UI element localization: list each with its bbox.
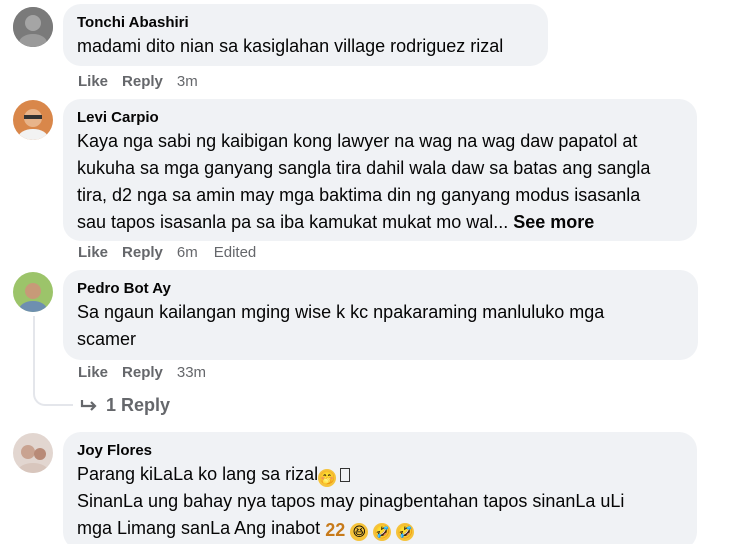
comment-author[interactable]: Levi Carpio [77,108,683,128]
avatar[interactable] [13,100,53,140]
comment-actions: Like Reply 6m Edited [78,244,272,261]
avatar-image [13,433,53,473]
comment-text: Kaya nga sabi ng kaibigan kong lawyer na… [77,128,683,236]
comment-author[interactable]: Joy Flores [77,441,683,461]
comment-bubble: Tonchi Abashiri madami dito nian sa kasi… [63,4,548,66]
comment-text: Parang kiLaLa ko lang sa rizal🤭 SinanLa … [77,461,683,542]
comment-text-line: mga Limang sanLa Ang inabot [77,518,321,538]
comment-text: madami dito nian sa kasiglahan village r… [77,36,504,56]
avatar[interactable] [13,272,53,312]
missing-glyph-icon [340,468,351,482]
comment-text-line: Parang kiLaLa ko lang sa rizal [77,464,319,484]
avatar[interactable] [13,7,53,47]
edited-label: Edited [213,244,257,261]
see-more-link[interactable]: See more [513,212,594,232]
view-replies-button[interactable]: 1 Reply [80,395,170,416]
comment-actions: Like Reply 33m [78,364,222,381]
avatar-image [13,272,53,312]
thinking-face-icon: 🤭 [318,469,337,487]
rofl-face-icon: 🤣 [396,523,415,541]
comment-author[interactable]: Tonchi Abashiri [77,13,534,33]
comment-text-line: kukuha sa mga ganyang sangla tira dahil … [77,158,651,178]
reply-button[interactable]: Reply [122,244,163,261]
reply-arrow-icon [80,399,97,411]
laughing-face-icon: 😆 [350,523,369,541]
number-two-icon: 2 [325,520,336,540]
like-button[interactable]: Like [78,364,108,381]
avatar-image [13,7,53,47]
comment-author[interactable]: Pedro Bot Ay [77,279,684,299]
comment-bubble: Pedro Bot Ay Sa ngaun kailangan mging wi… [63,270,698,360]
comment-text-line: sau tapos isasanla pa sa iba kamukat muk… [77,212,509,232]
comment-text-line: Sa ngaun kailangan mging wise k kc npaka… [77,302,605,322]
reply-button[interactable]: Reply [122,73,163,90]
like-button[interactable]: Like [78,244,108,261]
comment-text-line: tira, d2 nga sa amin may mga baktima din… [77,185,641,205]
replies-count[interactable]: 1 Reply [106,395,170,416]
reply-button[interactable]: Reply [122,364,163,381]
comment-bubble: Levi Carpio Kaya nga sabi ng kaibigan ko… [63,99,697,241]
like-button[interactable]: Like [78,73,108,90]
timestamp[interactable]: 33m [177,364,206,381]
comment-text: Sa ngaun kailangan mging wise k kc npaka… [77,299,684,353]
timestamp[interactable]: 6m [177,244,198,261]
avatar[interactable] [13,433,53,473]
comment-bubble: Joy Flores Parang kiLaLa ko lang sa riza… [63,432,697,544]
comment-text-line: SinanLa ung bahay nya tapos may pinagben… [77,491,625,511]
rofl-face-icon: 🤣 [373,523,392,541]
avatar-image [13,100,53,140]
comment-actions: Like Reply 3m [78,73,214,90]
number-two-icon: 2 [335,520,346,540]
comment-text-line: Kaya nga sabi ng kaibigan kong lawyer na… [77,131,638,151]
timestamp[interactable]: 3m [177,73,198,90]
comment-text-line: scamer [77,329,137,349]
